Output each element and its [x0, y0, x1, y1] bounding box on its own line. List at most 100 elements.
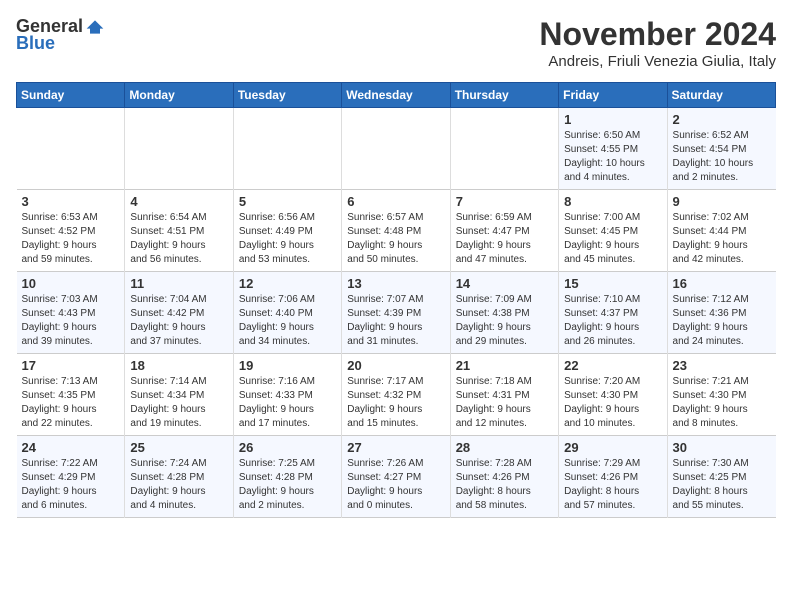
- calendar-cell: 18 Sunrise: 7:14 AM Sunset: 4:34 PM Dayli…: [125, 354, 233, 436]
- calendar-cell: 6 Sunrise: 6:57 AM Sunset: 4:48 PM Daylig…: [342, 190, 450, 272]
- calendar-cell: 7 Sunrise: 6:59 AM Sunset: 4:47 PM Daylig…: [450, 190, 558, 272]
- day-info: Sunrise: 7:29 AM Sunset: 4:26 PM Dayligh…: [564, 457, 661, 513]
- week-row-4: 24 Sunrise: 7:22 AM Sunset: 4:29 PM Dayli…: [17, 436, 776, 518]
- calendar-cell: 21 Sunrise: 7:18 AM Sunset: 4:31 PM Dayli…: [450, 354, 558, 436]
- calendar-cell: 16 Sunrise: 7:12 AM Sunset: 4:36 PM Dayli…: [667, 272, 775, 354]
- day-number: 6: [347, 194, 444, 209]
- calendar-cell: 30 Sunrise: 7:30 AM Sunset: 4:25 PM Dayli…: [667, 436, 775, 518]
- day-number: 19: [239, 358, 336, 373]
- day-number: 20: [347, 358, 444, 373]
- day-number: 16: [673, 276, 771, 291]
- logo: General Blue: [16, 16, 105, 54]
- header-cell-wednesday: Wednesday: [342, 83, 450, 108]
- day-info: Sunrise: 7:04 AM Sunset: 4:42 PM Dayligh…: [130, 293, 227, 349]
- calendar-cell: [17, 108, 125, 190]
- week-row-1: 3Sunrise: 6:53 AM Sunset: 4:52 PM Daylig…: [17, 190, 776, 272]
- day-number: 30: [673, 440, 771, 455]
- day-number: 27: [347, 440, 444, 455]
- calendar-cell: 11 Sunrise: 7:04 AM Sunset: 4:42 PM Dayli…: [125, 272, 233, 354]
- day-info: Sunrise: 7:09 AM Sunset: 4:38 PM Dayligh…: [456, 293, 553, 349]
- calendar-cell: 23Sunrise: 7:21 AM Sunset: 4:30 PM Dayli…: [667, 354, 775, 436]
- subtitle: Andreis, Friuli Venezia Giulia, Italy: [539, 53, 776, 70]
- day-info: Sunrise: 7:20 AM Sunset: 4:30 PM Dayligh…: [564, 375, 661, 431]
- day-info: Sunrise: 6:54 AM Sunset: 4:51 PM Dayligh…: [130, 211, 227, 267]
- day-number: 8: [564, 194, 661, 209]
- day-info: Sunrise: 6:57 AM Sunset: 4:48 PM Dayligh…: [347, 211, 444, 267]
- day-number: 5: [239, 194, 336, 209]
- calendar-cell: 10Sunrise: 7:03 AM Sunset: 4:43 PM Dayli…: [17, 272, 125, 354]
- day-number: 28: [456, 440, 553, 455]
- day-number: 24: [22, 440, 120, 455]
- day-info: Sunrise: 7:18 AM Sunset: 4:31 PM Dayligh…: [456, 375, 553, 431]
- day-number: 23: [673, 358, 771, 373]
- day-info: Sunrise: 7:30 AM Sunset: 4:25 PM Dayligh…: [673, 457, 771, 513]
- day-info: Sunrise: 6:59 AM Sunset: 4:47 PM Dayligh…: [456, 211, 553, 267]
- day-info: Sunrise: 7:02 AM Sunset: 4:44 PM Dayligh…: [673, 211, 771, 267]
- header-cell-tuesday: Tuesday: [233, 83, 341, 108]
- day-info: Sunrise: 7:17 AM Sunset: 4:32 PM Dayligh…: [347, 375, 444, 431]
- week-row-3: 17Sunrise: 7:13 AM Sunset: 4:35 PM Dayli…: [17, 354, 776, 436]
- day-info: Sunrise: 6:50 AM Sunset: 4:55 PM Dayligh…: [564, 129, 661, 185]
- day-number: 1: [564, 112, 661, 127]
- calendar-cell: 9 Sunrise: 7:02 AM Sunset: 4:44 PM Daylig…: [667, 190, 775, 272]
- header-cell-thursday: Thursday: [450, 83, 558, 108]
- day-number: 14: [456, 276, 553, 291]
- day-info: Sunrise: 7:28 AM Sunset: 4:26 PM Dayligh…: [456, 457, 553, 513]
- day-info: Sunrise: 7:26 AM Sunset: 4:27 PM Dayligh…: [347, 457, 444, 513]
- day-number: 7: [456, 194, 553, 209]
- calendar-cell: 24 Sunrise: 7:22 AM Sunset: 4:29 PM Dayli…: [17, 436, 125, 518]
- calendar-cell: 28 Sunrise: 7:28 AM Sunset: 4:26 PM Dayli…: [450, 436, 558, 518]
- day-number: 9: [673, 194, 771, 209]
- calendar-cell: 17Sunrise: 7:13 AM Sunset: 4:35 PM Dayli…: [17, 354, 125, 436]
- calendar-cell: 20 Sunrise: 7:17 AM Sunset: 4:32 PM Dayli…: [342, 354, 450, 436]
- calendar-cell: 8 Sunrise: 7:00 AM Sunset: 4:45 PM Daylig…: [559, 190, 667, 272]
- day-number: 11: [130, 276, 227, 291]
- calendar-header: SundayMondayTuesdayWednesdayThursdayFrid…: [17, 83, 776, 108]
- day-info: Sunrise: 7:06 AM Sunset: 4:40 PM Dayligh…: [239, 293, 336, 349]
- day-info: Sunrise: 7:07 AM Sunset: 4:39 PM Dayligh…: [347, 293, 444, 349]
- day-info: Sunrise: 6:52 AM Sunset: 4:54 PM Dayligh…: [673, 129, 771, 185]
- day-number: 29: [564, 440, 661, 455]
- title-block: November 2024 Andreis, Friuli Venezia Gi…: [539, 16, 776, 70]
- day-info: Sunrise: 7:25 AM Sunset: 4:28 PM Dayligh…: [239, 457, 336, 513]
- calendar-cell: [233, 108, 341, 190]
- day-info: Sunrise: 7:22 AM Sunset: 4:29 PM Dayligh…: [22, 457, 120, 513]
- calendar-cell: 29 Sunrise: 7:29 AM Sunset: 4:26 PM Dayli…: [559, 436, 667, 518]
- calendar-cell: 22Sunrise: 7:20 AM Sunset: 4:30 PM Dayli…: [559, 354, 667, 436]
- header-cell-saturday: Saturday: [667, 83, 775, 108]
- calendar-cell: 26Sunrise: 7:25 AM Sunset: 4:28 PM Dayli…: [233, 436, 341, 518]
- calendar-cell: 4 Sunrise: 6:54 AM Sunset: 4:51 PM Daylig…: [125, 190, 233, 272]
- calendar-cell: [125, 108, 233, 190]
- day-number: 21: [456, 358, 553, 373]
- day-number: 10: [22, 276, 120, 291]
- day-info: Sunrise: 7:00 AM Sunset: 4:45 PM Dayligh…: [564, 211, 661, 267]
- day-number: 4: [130, 194, 227, 209]
- header-cell-sunday: Sunday: [17, 83, 125, 108]
- week-row-2: 10Sunrise: 7:03 AM Sunset: 4:43 PM Dayli…: [17, 272, 776, 354]
- calendar-body: 1 Sunrise: 6:50 AM Sunset: 4:55 PM Daylig…: [17, 108, 776, 518]
- calendar-cell: 3Sunrise: 6:53 AM Sunset: 4:52 PM Daylig…: [17, 190, 125, 272]
- day-info: Sunrise: 7:12 AM Sunset: 4:36 PM Dayligh…: [673, 293, 771, 349]
- calendar-table: SundayMondayTuesdayWednesdayThursdayFrid…: [16, 82, 776, 518]
- logo-icon: [85, 17, 105, 37]
- calendar-cell: 5Sunrise: 6:56 AM Sunset: 4:49 PM Daylig…: [233, 190, 341, 272]
- calendar-cell: 1 Sunrise: 6:50 AM Sunset: 4:55 PM Daylig…: [559, 108, 667, 190]
- calendar-cell: [450, 108, 558, 190]
- day-number: 2: [673, 112, 771, 127]
- calendar-cell: 14 Sunrise: 7:09 AM Sunset: 4:38 PM Dayli…: [450, 272, 558, 354]
- day-number: 18: [130, 358, 227, 373]
- calendar-cell: 15Sunrise: 7:10 AM Sunset: 4:37 PM Dayli…: [559, 272, 667, 354]
- day-info: Sunrise: 6:53 AM Sunset: 4:52 PM Dayligh…: [22, 211, 120, 267]
- week-row-0: 1 Sunrise: 6:50 AM Sunset: 4:55 PM Daylig…: [17, 108, 776, 190]
- header-cell-friday: Friday: [559, 83, 667, 108]
- day-info: Sunrise: 7:16 AM Sunset: 4:33 PM Dayligh…: [239, 375, 336, 431]
- calendar-cell: 25Sunrise: 7:24 AM Sunset: 4:28 PM Dayli…: [125, 436, 233, 518]
- calendar-cell: 27 Sunrise: 7:26 AM Sunset: 4:27 PM Dayli…: [342, 436, 450, 518]
- header-row: SundayMondayTuesdayWednesdayThursdayFrid…: [17, 83, 776, 108]
- month-title: November 2024: [539, 16, 776, 53]
- calendar-cell: [342, 108, 450, 190]
- day-info: Sunrise: 7:14 AM Sunset: 4:34 PM Dayligh…: [130, 375, 227, 431]
- calendar-cell: 12Sunrise: 7:06 AM Sunset: 4:40 PM Dayli…: [233, 272, 341, 354]
- calendar-cell: 2 Sunrise: 6:52 AM Sunset: 4:54 PM Daylig…: [667, 108, 775, 190]
- logo-blue: Blue: [16, 33, 55, 54]
